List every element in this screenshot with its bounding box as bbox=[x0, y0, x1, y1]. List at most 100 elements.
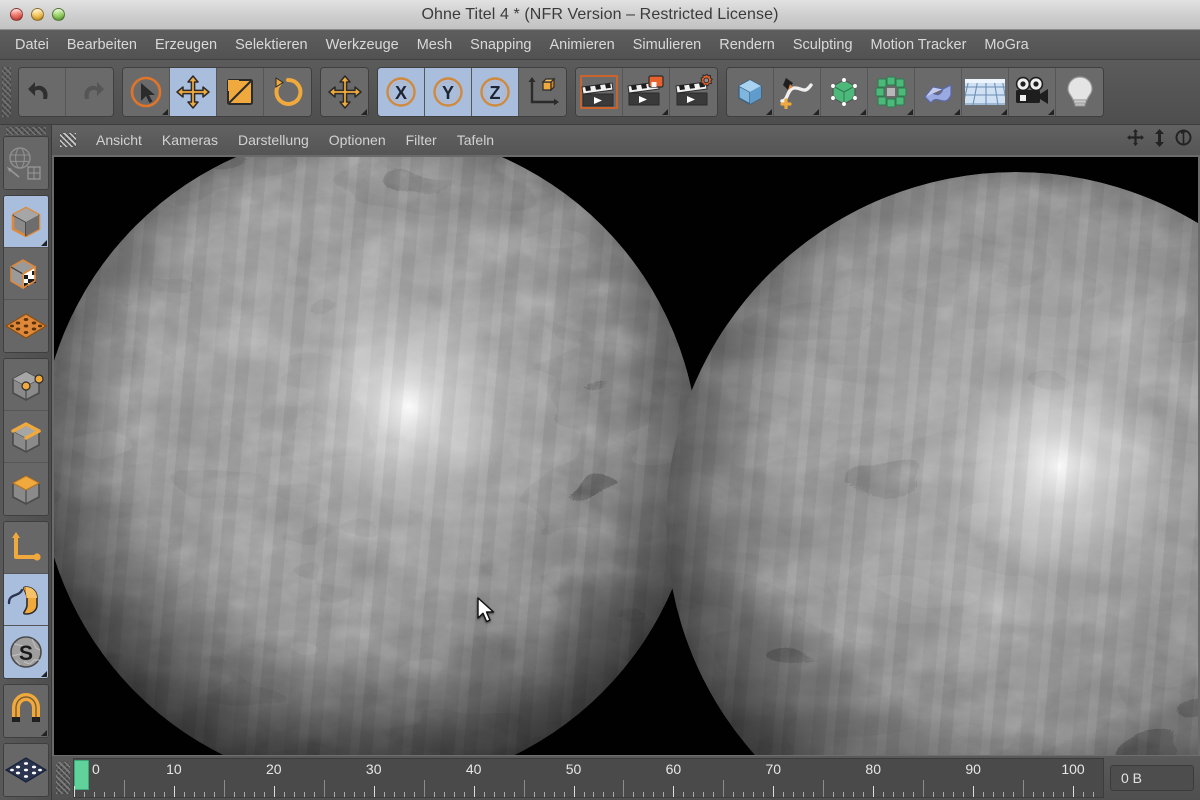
minimize-button[interactable] bbox=[31, 8, 44, 21]
timeline-ruler[interactable]: 0 10 20 30 40 50 60 70 80 90 100 bbox=[73, 758, 1104, 798]
cinema4d-window: Ohne Titel 4 * (NFR Version – Restricted… bbox=[0, 0, 1200, 800]
timeline-tick bbox=[443, 792, 445, 797]
viewport-menubar: Ansicht Kameras Darstellung Optionen Fil… bbox=[52, 125, 1200, 155]
timeline-tick bbox=[923, 780, 925, 797]
timeline-tick bbox=[743, 792, 745, 797]
floor-environment-icon[interactable] bbox=[962, 68, 1009, 116]
enable-axis-icon[interactable] bbox=[3, 522, 48, 574]
zoom-button[interactable] bbox=[52, 8, 65, 21]
viewport-menu-kameras[interactable]: Kameras bbox=[152, 130, 228, 150]
timeline-drag-handle[interactable] bbox=[56, 762, 70, 794]
menu-selektieren[interactable]: Selektieren bbox=[226, 34, 317, 56]
tool-corner-marker bbox=[860, 109, 866, 115]
camera-icon[interactable] bbox=[1009, 68, 1056, 116]
edge-mode-icon[interactable] bbox=[3, 411, 48, 463]
rotate-view-icon[interactable] bbox=[1175, 129, 1192, 151]
render-view-icon[interactable] bbox=[576, 68, 623, 116]
viewport-menu-tafeln[interactable]: Tafeln bbox=[447, 130, 504, 150]
timeline-tick bbox=[193, 792, 195, 797]
timeline-tick bbox=[453, 792, 455, 797]
timeline-tick bbox=[633, 792, 635, 797]
viewport-3d[interactable] bbox=[52, 155, 1200, 755]
grid-snap-icon[interactable] bbox=[3, 744, 48, 796]
timeline-tick bbox=[183, 792, 185, 797]
menu-simulieren[interactable]: Simulieren bbox=[624, 34, 711, 56]
cube-primitive-icon[interactable] bbox=[727, 68, 774, 116]
viewport-menu-darstellung[interactable]: Darstellung bbox=[228, 130, 319, 150]
close-button[interactable] bbox=[10, 8, 23, 21]
pan-view-icon[interactable] bbox=[1127, 129, 1144, 151]
move-arrows-icon[interactable] bbox=[321, 68, 368, 116]
timeline-tick bbox=[703, 792, 705, 797]
timeline-tick bbox=[1103, 792, 1104, 797]
viewport-drag-handle[interactable] bbox=[60, 133, 76, 147]
make-editable-icon[interactable] bbox=[3, 137, 48, 189]
array-modeling-icon[interactable] bbox=[868, 68, 915, 116]
magnet-snap-icon[interactable] bbox=[3, 685, 48, 737]
menu-motion-tracker[interactable]: Motion Tracker bbox=[862, 34, 976, 56]
timeline-tick bbox=[203, 792, 205, 797]
texture-mode-icon[interactable] bbox=[3, 248, 48, 300]
tool-corner-marker bbox=[40, 671, 47, 677]
workplane-mode-icon[interactable] bbox=[3, 300, 48, 352]
toolbar-drag-handle[interactable] bbox=[2, 67, 11, 117]
timeline-tick bbox=[733, 792, 735, 797]
rotate-tool-icon[interactable] bbox=[264, 68, 311, 116]
menu-datei[interactable]: Datei bbox=[6, 34, 58, 56]
menu-erzeugen[interactable]: Erzeugen bbox=[146, 34, 226, 56]
timeline-tick bbox=[863, 792, 865, 797]
timeline-tick bbox=[243, 792, 245, 797]
model-mode-icon[interactable] bbox=[3, 196, 48, 248]
tool-corner-marker bbox=[40, 730, 47, 736]
viewport-menu-filter[interactable]: Filter bbox=[396, 130, 447, 150]
sidebar-drag-handle[interactable] bbox=[5, 127, 46, 135]
polygon-mode-icon[interactable] bbox=[3, 463, 48, 515]
axis-x-icon[interactable]: X bbox=[378, 68, 425, 116]
timeline-tick bbox=[223, 780, 225, 797]
viewport-menu-ansicht[interactable]: Ansicht bbox=[86, 130, 152, 150]
menu-rendern[interactable]: Rendern bbox=[710, 34, 784, 56]
timeline-tick bbox=[413, 792, 415, 797]
select-live-icon[interactable] bbox=[123, 68, 170, 116]
dolly-view-icon[interactable] bbox=[1153, 128, 1166, 152]
redo-icon[interactable] bbox=[66, 68, 113, 116]
timeline-playhead[interactable] bbox=[74, 760, 89, 790]
sphere-right[interactable] bbox=[666, 172, 1198, 755]
timeline-label: 40 bbox=[465, 761, 482, 777]
timeline-tick bbox=[963, 792, 965, 797]
timeline-tick bbox=[713, 792, 715, 797]
undo-icon[interactable] bbox=[19, 68, 66, 116]
menu-mograph[interactable]: MoGra bbox=[975, 34, 1037, 56]
viewport-solo-mouse-icon[interactable] bbox=[3, 574, 48, 626]
soft-selection-icon[interactable]: S bbox=[3, 626, 48, 678]
render-settings-icon[interactable] bbox=[670, 68, 717, 116]
axis-y-icon[interactable]: Y bbox=[425, 68, 472, 116]
timeline-tick bbox=[173, 786, 175, 797]
world-object-coord-icon[interactable] bbox=[519, 68, 566, 116]
timeline-tick bbox=[74, 786, 75, 797]
menu-sculpting[interactable]: Sculpting bbox=[784, 34, 862, 56]
render-to-picture-viewer-icon[interactable] bbox=[623, 68, 670, 116]
menu-bearbeiten[interactable]: Bearbeiten bbox=[58, 34, 146, 56]
point-mode-icon[interactable] bbox=[3, 359, 48, 411]
menu-mesh[interactable]: Mesh bbox=[408, 34, 461, 56]
menu-snapping[interactable]: Snapping bbox=[461, 34, 540, 56]
menu-animieren[interactable]: Animieren bbox=[540, 34, 623, 56]
spline-pen-icon[interactable] bbox=[774, 68, 821, 116]
axis-z-icon[interactable]: Z bbox=[472, 68, 519, 116]
timeline-tick bbox=[623, 780, 625, 797]
timeline-tick bbox=[833, 792, 835, 797]
viewport-menu-optionen[interactable]: Optionen bbox=[319, 130, 396, 150]
transform-tools-group bbox=[122, 67, 312, 117]
timeline-tick bbox=[933, 792, 935, 797]
nurbs-generator-icon[interactable] bbox=[821, 68, 868, 116]
memory-usage-field[interactable]: 0 B bbox=[1110, 765, 1194, 791]
timeline-tick bbox=[133, 792, 135, 797]
move-tool-icon[interactable] bbox=[170, 68, 217, 116]
timeline-label: 0 bbox=[92, 761, 100, 777]
light-icon[interactable] bbox=[1056, 68, 1103, 116]
sphere-left[interactable] bbox=[54, 157, 699, 755]
scale-tool-icon[interactable] bbox=[217, 68, 264, 116]
deformer-icon[interactable] bbox=[915, 68, 962, 116]
menu-werkzeuge[interactable]: Werkzeuge bbox=[317, 34, 408, 56]
